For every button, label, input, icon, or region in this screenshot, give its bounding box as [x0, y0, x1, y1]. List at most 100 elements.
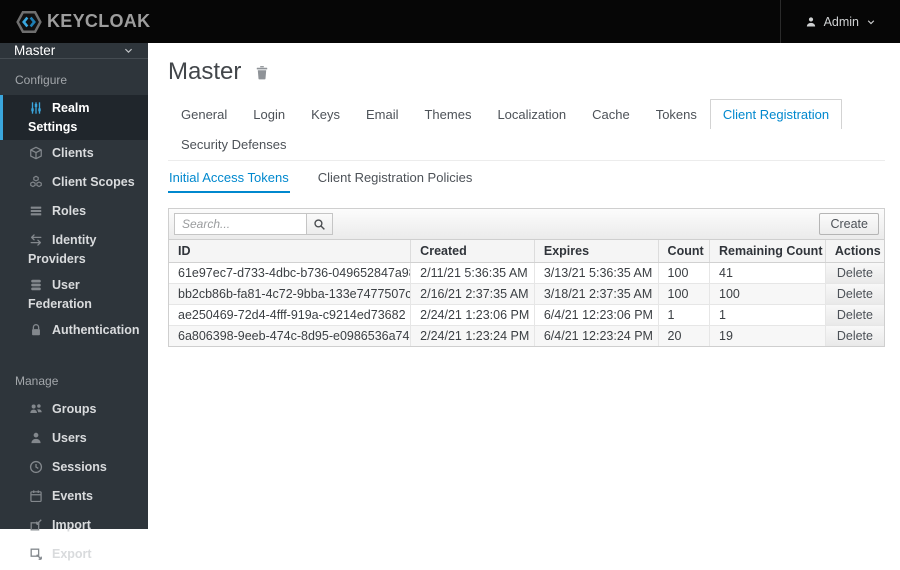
- search-button[interactable]: [306, 213, 333, 235]
- initial-access-tokens-table: ID Created Expires Count Remaining Count…: [169, 240, 884, 346]
- cell-count: 1: [658, 304, 711, 326]
- column-header-expires: Expires: [534, 240, 659, 263]
- sidebar-section-manage: Manage: [15, 374, 59, 388]
- import-icon: [28, 518, 44, 536]
- cell-count: 20: [658, 325, 711, 346]
- subtab-initial-access-tokens[interactable]: Initial Access Tokens: [168, 161, 290, 193]
- tab-localization[interactable]: Localization: [484, 99, 579, 129]
- user-menu-label: Admin: [823, 14, 859, 29]
- tab-login[interactable]: Login: [240, 99, 298, 129]
- sidebar-item-user-federation[interactable]: User Federation: [0, 272, 148, 317]
- column-header-id: ID: [169, 240, 412, 263]
- table-row: 6a806398-9eeb-474c-8d95-e0986536a74c 2/2…: [169, 325, 884, 346]
- tab-cache[interactable]: Cache: [579, 99, 643, 129]
- cell-created: 2/11/21 5:36:35 AM: [410, 262, 535, 284]
- sidebar-item-label: Client Scopes: [52, 175, 135, 189]
- column-header-created: Created: [410, 240, 535, 263]
- cell-remaining-count: 41: [709, 262, 826, 284]
- sidebar-item-authentication[interactable]: Authentication: [0, 317, 148, 346]
- search-icon: [313, 218, 326, 231]
- delete-button[interactable]: Delete: [825, 305, 884, 325]
- tab-tokens[interactable]: Tokens: [643, 99, 710, 129]
- subtab-client-registration-policies[interactable]: Client Registration Policies: [317, 161, 474, 193]
- cell-expires: 6/4/21 12:23:24 PM: [534, 325, 659, 346]
- tab-security-defenses[interactable]: Security Defenses: [168, 129, 300, 159]
- list-icon: [28, 204, 44, 222]
- sidebar-item-label: Events: [52, 489, 93, 503]
- cube-icon: [28, 146, 44, 164]
- tab-client-registration[interactable]: Client Registration: [709, 99, 843, 129]
- database-icon: [28, 278, 44, 296]
- sidebar-item-realm-settings[interactable]: Realm Settings: [0, 95, 148, 140]
- sidebar-item-users[interactable]: Users: [0, 425, 148, 454]
- sidebar-section-configure: Configure: [15, 73, 68, 87]
- lock-icon: [28, 323, 44, 341]
- keycloak-logo[interactable]: KEYCLOAK: [0, 0, 150, 43]
- delete-button[interactable]: Delete: [825, 284, 884, 304]
- sidebar-item-groups[interactable]: Groups: [0, 396, 148, 425]
- sliders-icon: [28, 101, 44, 119]
- tokens-panel: Create ID Created Expires Count Remainin…: [168, 208, 885, 347]
- cell-expires: 3/13/21 5:36:35 AM: [534, 262, 659, 284]
- sidebar-item-client-scopes[interactable]: Client Scopes: [0, 169, 148, 198]
- trash-icon[interactable]: [254, 64, 270, 81]
- create-button[interactable]: Create: [819, 213, 879, 235]
- cell-id: 61e97ec7-d733-4dbc-b736-049652847a98: [169, 262, 412, 284]
- sidebar-item-label: Users: [52, 431, 87, 445]
- cell-created: 2/16/21 2:37:35 AM: [410, 283, 535, 305]
- table-row: bb2cb86b-fa81-4c72-9bba-133e7477507c 2/1…: [169, 283, 884, 305]
- sidebar-item-label: Clients: [52, 146, 94, 160]
- cubes-icon: [28, 175, 44, 193]
- cell-id: ae250469-72d4-4fff-919a-c9214ed73682: [169, 304, 412, 326]
- tab-themes[interactable]: Themes: [411, 99, 484, 129]
- tab-general[interactable]: General: [168, 99, 240, 129]
- table-toolbar: Create: [169, 209, 884, 240]
- search-input[interactable]: [174, 213, 306, 235]
- sidebar-item-import[interactable]: Import: [0, 512, 148, 541]
- client-registration-subtabs: Initial Access Tokens Client Registratio…: [168, 160, 885, 193]
- sidebar-item-events[interactable]: Events: [0, 483, 148, 512]
- sidebar-item-label: Groups: [52, 402, 97, 416]
- cell-id: bb2cb86b-fa81-4c72-9bba-133e7477507c: [169, 283, 412, 305]
- delete-button[interactable]: Delete: [825, 326, 884, 346]
- exchange-icon: [28, 233, 44, 251]
- sidebar-item-identity-providers[interactable]: Identity Providers: [0, 227, 148, 272]
- cell-created: 2/24/21 1:23:24 PM: [410, 325, 535, 346]
- sidebar-item-label: Import: [52, 518, 91, 532]
- sidebar-item-roles[interactable]: Roles: [0, 198, 148, 227]
- column-header-remaining-count: Remaining Count: [709, 240, 826, 263]
- cell-expires: 3/18/21 2:37:35 AM: [534, 283, 659, 305]
- cell-count: 100: [658, 283, 711, 305]
- cell-expires: 6/4/21 12:23:06 PM: [534, 304, 659, 326]
- cell-remaining-count: 1: [709, 304, 826, 326]
- sidebar-item-label: Authentication: [52, 323, 140, 337]
- keycloak-logo-icon: [16, 9, 42, 35]
- sidebar-item-label: Roles: [52, 204, 87, 218]
- brand-text: KEYCLOAK: [47, 11, 151, 31]
- tab-keys[interactable]: Keys: [298, 99, 353, 129]
- sidebar-item-label: Sessions: [52, 460, 107, 474]
- calendar-icon: [28, 489, 44, 507]
- groups-icon: [28, 402, 44, 420]
- clock-icon: [28, 460, 44, 478]
- user-menu[interactable]: Admin: [779, 0, 900, 43]
- sidebar-item-export[interactable]: Export: [0, 541, 148, 570]
- cell-id: 6a806398-9eeb-474c-8d95-e0986536a74c: [169, 325, 412, 346]
- tab-email[interactable]: Email: [353, 99, 412, 129]
- chevron-down-icon: [866, 17, 876, 27]
- chevron-down-icon: [123, 45, 134, 56]
- table-header-row: ID Created Expires Count Remaining Count…: [169, 240, 884, 263]
- page-title: Master: [168, 58, 242, 85]
- sidebar-item-label: Export: [52, 547, 92, 561]
- sidebar-item-sessions[interactable]: Sessions: [0, 454, 148, 483]
- column-header-actions: Actions: [825, 240, 884, 263]
- cell-remaining-count: 19: [709, 325, 826, 346]
- main-content: Master General Login Keys Email Themes L…: [148, 43, 900, 529]
- realm-selector[interactable]: Master: [0, 43, 148, 59]
- table-row: ae250469-72d4-4fff-919a-c9214ed73682 2/2…: [169, 304, 884, 326]
- sidebar-item-clients[interactable]: Clients: [0, 140, 148, 169]
- cell-created: 2/24/21 1:23:06 PM: [410, 304, 535, 326]
- delete-button[interactable]: Delete: [825, 263, 884, 283]
- column-header-count: Count: [658, 240, 711, 263]
- topbar: KEYCLOAK Admin: [0, 0, 900, 43]
